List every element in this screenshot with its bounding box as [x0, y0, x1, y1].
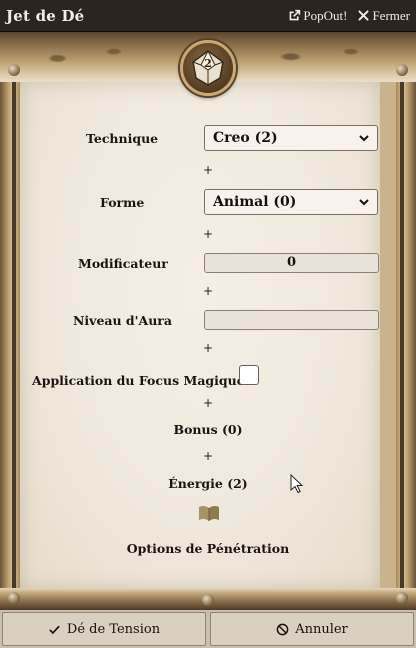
plus-sign: +: [202, 163, 214, 177]
aura-input[interactable]: [204, 310, 379, 330]
window-titlebar[interactable]: Jet de Dé PopOut! Fermer: [0, 0, 416, 32]
frame-knob: [8, 592, 20, 604]
die-medallion: 2: [180, 40, 236, 96]
bonus-label: Bonus (0): [173, 422, 243, 437]
forme-selected: Animal (0): [213, 194, 297, 210]
cancel-label: Annuler: [295, 621, 348, 637]
aura-label: Niveau d'Aura: [73, 313, 172, 328]
popout-button[interactable]: PopOut!: [288, 8, 347, 24]
d10-die-icon: 2: [192, 49, 224, 86]
technique-label: Technique: [86, 131, 159, 146]
window-title: Jet de Dé: [6, 6, 85, 25]
close-icon: [358, 10, 369, 21]
confirm-label: Dé de Tension: [66, 621, 161, 637]
forme-select[interactable]: Animal (0): [204, 189, 378, 215]
popout-label: PopOut!: [303, 7, 348, 23]
frame-knob: [8, 64, 20, 76]
penetration-label[interactable]: Options de Pénétration: [28, 541, 388, 556]
die-value: 2: [204, 57, 212, 70]
plus-sign: +: [202, 284, 214, 298]
ban-icon: [276, 623, 289, 635]
frame-knob: [202, 594, 214, 606]
modificateur-label: Modificateur: [78, 256, 168, 271]
technique-selected: Creo (2): [213, 130, 278, 146]
frame-left-rod: [12, 68, 16, 596]
external-link-icon: [290, 9, 301, 21]
mouse-cursor-icon: [290, 474, 304, 494]
frame-right-rod: [400, 68, 404, 596]
forme-label: Forme: [100, 195, 145, 210]
plus-sign: +: [202, 449, 214, 463]
technique-select[interactable]: Creo (2): [204, 125, 378, 151]
plus-sign: +: [202, 396, 214, 410]
close-button[interactable]: Fermer: [357, 8, 410, 24]
energie-label: Énergie (2): [168, 476, 248, 491]
modificateur-input[interactable]: 0: [204, 253, 379, 273]
frame-knob: [396, 64, 408, 76]
focus-checkbox[interactable]: [239, 365, 259, 385]
plus-sign: +: [202, 341, 214, 355]
dialog-buttons: Dé de Tension Annuler: [0, 610, 416, 648]
frame-left-border: [0, 62, 20, 598]
cancel-button[interactable]: Annuler: [210, 612, 414, 646]
chevron-down-icon: [359, 135, 369, 142]
close-label: Fermer: [372, 7, 410, 23]
book-icon[interactable]: [198, 504, 220, 522]
focus-label: Application du Focus Magique: [32, 373, 245, 388]
confirm-roll-button[interactable]: Dé de Tension: [2, 612, 206, 646]
frame-right-border: [396, 62, 416, 598]
chevron-down-icon: [359, 199, 369, 206]
plus-sign: +: [202, 227, 214, 241]
frame-knob: [396, 592, 408, 604]
checkmark-icon: [49, 625, 60, 634]
